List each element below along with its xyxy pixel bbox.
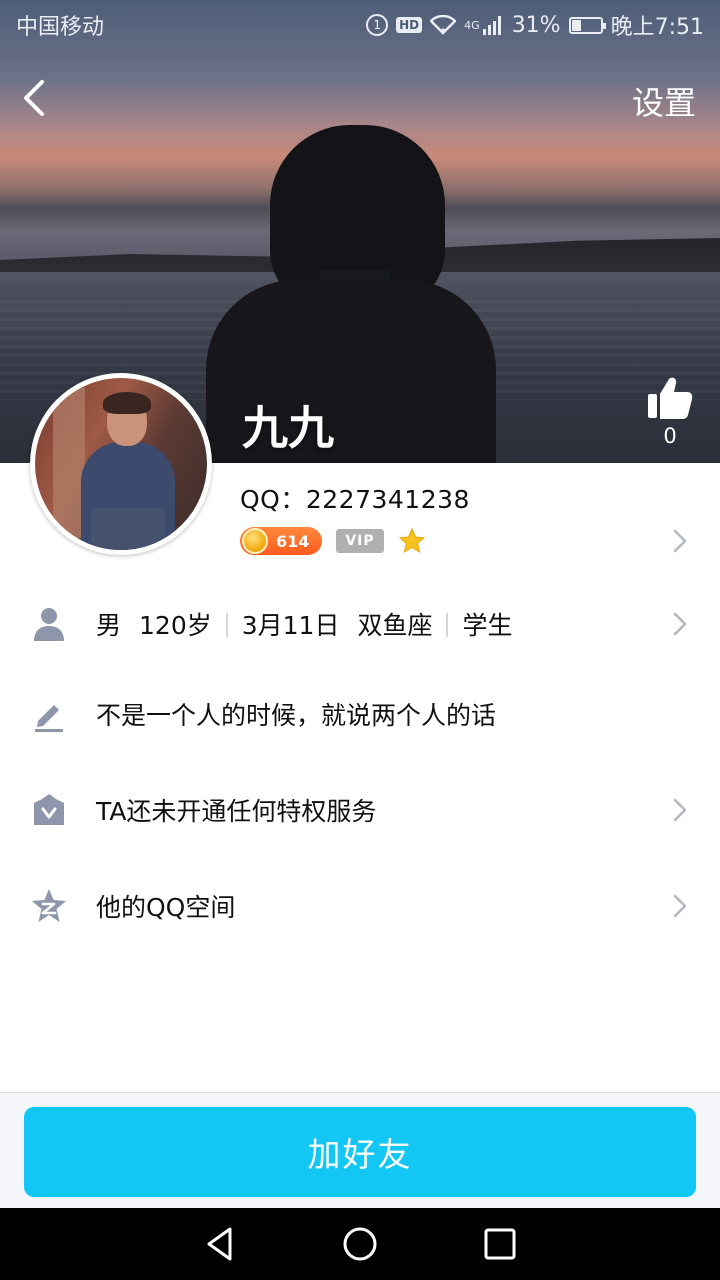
vip-badge: VIP [336,529,384,553]
qzone-row[interactable]: 他的QQ空间 [0,876,720,936]
level-badges[interactable]: 614 VIP [240,527,426,555]
avatar[interactable] [30,373,212,555]
like-count: 0 [663,424,677,448]
carrier-name: 中国移动 [16,15,105,40]
battery-fill [571,19,581,31]
battery-percent: 31% [511,12,561,38]
basic-info-row[interactable]: 男 120岁 3月11日 双鱼座 学生 [0,594,720,654]
hd-badge: HD [396,17,423,33]
back-button[interactable] [14,74,58,122]
avatar-figure-legs [91,508,165,550]
basic-info-text: 男 120岁 3月11日 双鱼座 学生 [96,606,512,642]
pencil-icon [30,695,68,733]
system-navigation-bar [0,1208,720,1280]
chevron-left-icon [24,80,44,116]
birthday: 3月11日 [241,611,340,640]
bottom-action-bar: 加好友 [0,1092,720,1208]
profile-chevron-icon[interactable] [670,526,690,556]
like-button[interactable]: 0 [646,376,694,448]
thumbs-up-icon [648,377,693,419]
nav-recents-square-icon[interactable] [480,1224,520,1264]
settings-button[interactable]: 设置 [632,78,696,124]
qq-number: 2227341238 [305,485,470,514]
privileges-text: TA还未开通任何特权服务 [96,797,377,826]
star-icon [398,527,426,554]
battery-icon [568,16,606,34]
avatar-figure-hair [103,392,151,414]
occupation: 学生 [462,611,513,640]
nav-home-circle-icon[interactable] [340,1224,380,1264]
qq-number-line: QQ：2227341238 [240,480,470,516]
add-friend-button[interactable]: 加好友 [24,1107,696,1197]
signature-row: 不是一个人的时候，就说两个人的话 [0,684,720,744]
qzone-text: 他的QQ空间 [96,893,236,922]
clock: 晚上7:51 [610,15,704,40]
divider [225,613,228,637]
system-indicators: 1 HD 4G 31% 晚上7:51 [366,9,704,41]
divider [446,613,449,637]
status-bar: 中国移动 1 HD 4G 31% 晚上7:51 [0,0,720,50]
coin-icon [242,528,268,554]
qq-label: QQ： [240,485,306,514]
avatar-photo [35,378,207,550]
level-coin-badge: 614 [240,527,322,555]
profile-nickname: 九九 [242,401,334,455]
crown-icon [30,791,68,829]
chevron-right-icon [670,891,690,921]
chevron-right-icon [670,795,690,825]
person-icon [30,605,68,643]
gender: 男 [96,611,122,640]
nav-back-triangle-icon[interactable] [200,1224,240,1264]
network-type: 4G [464,18,480,32]
wifi-icon [430,15,457,35]
volte-icon: 1 [366,14,389,36]
chevron-right-icon [670,609,690,639]
signature-text: 不是一个人的时候，就说两个人的话 [96,701,497,730]
signal-icon [482,16,501,35]
age: 120岁 [139,611,212,640]
qzone-star-icon [30,887,68,925]
coin-level: 614 [276,531,310,551]
zodiac: 双鱼座 [357,611,433,640]
privileges-row[interactable]: TA还未开通任何特权服务 [0,780,720,840]
